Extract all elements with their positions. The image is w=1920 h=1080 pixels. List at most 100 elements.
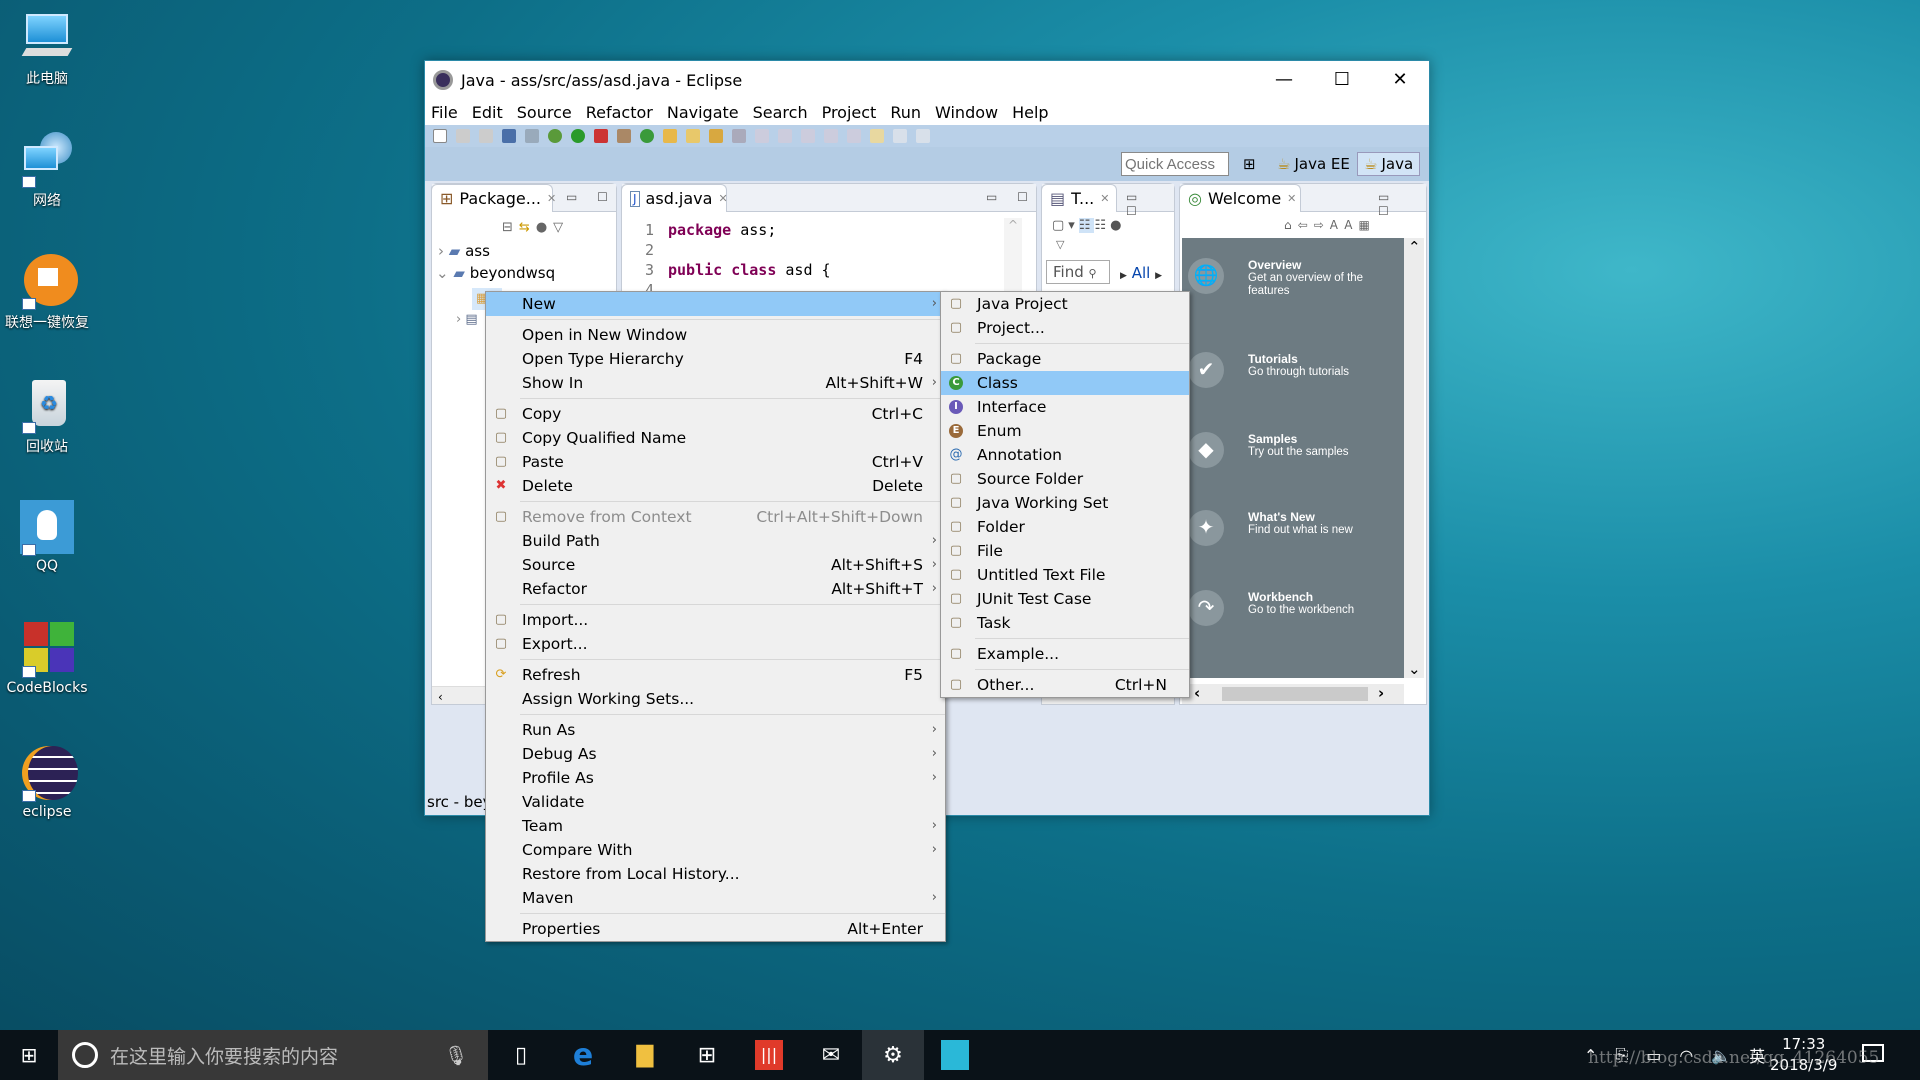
menu-item-show-in[interactable]: Show In Alt+Shift+W › <box>486 371 945 395</box>
font-larger-icon[interactable]: A <box>1344 218 1358 232</box>
scroll-down-icon[interactable]: ⌄ <box>1408 660 1421 678</box>
font-smaller-icon[interactable]: A <box>1330 218 1345 232</box>
code-area[interactable]: 1 package ass; 2 3 public class asd { 4 <box>632 220 831 300</box>
menu-item-interface[interactable]: I Interface <box>941 395 1189 419</box>
menu-item-restore-from-local-history[interactable]: Restore from Local History... <box>486 862 945 886</box>
next-annotation-icon[interactable] <box>824 129 838 143</box>
forward-icon[interactable]: ⇨ <box>1314 218 1330 232</box>
menu-item-class[interactable]: C Class <box>941 371 1189 395</box>
save-icon[interactable] <box>456 129 470 143</box>
terminal-icon[interactable] <box>502 129 516 143</box>
menu-item-package[interactable]: ▢ Package <box>941 347 1189 371</box>
link-editor-icon[interactable]: ⇆ <box>519 220 536 235</box>
file-explorer-icon[interactable]: ▇ <box>614 1030 676 1080</box>
focus-icon[interactable]: ● <box>536 220 553 235</box>
scroll-right-icon[interactable]: › <box>1378 684 1384 702</box>
close-icon[interactable]: ✕ <box>1287 192 1296 205</box>
menu-item-annotation[interactable]: @ Annotation <box>941 443 1189 467</box>
collapse-all-icon[interactable]: ⊟ <box>502 220 519 235</box>
find-input[interactable]: Find ⚲ <box>1046 260 1110 284</box>
debug-icon[interactable] <box>548 129 562 143</box>
menu-item-team[interactable]: Team › <box>486 814 945 838</box>
minimize-maximize-icons[interactable]: ▭ ☐ <box>1126 190 1174 218</box>
taskbar-search[interactable]: 在这里输入你要搜索的内容 🎙 <box>58 1030 488 1080</box>
start-button[interactable]: ⊞ <box>0 1030 58 1080</box>
chevron-down-icon[interactable]: ⌄ <box>436 264 449 282</box>
menu-item-folder[interactable]: ▢ Folder <box>941 515 1189 539</box>
last-edit-icon[interactable] <box>870 129 884 143</box>
menu-item-maven[interactable]: Maven › <box>486 886 945 910</box>
annotation-nav-icon[interactable] <box>732 129 746 143</box>
menu-source[interactable]: Source <box>517 103 572 122</box>
view-menu-icon[interactable]: ▽ <box>1056 238 1064 251</box>
task-view-icon[interactable]: ▯ <box>490 1030 552 1080</box>
menu-item-remove-from-context[interactable]: ▢ Remove from Context Ctrl+Alt+Shift+Down <box>486 505 945 529</box>
maximize-button[interactable]: ☐ <box>1313 61 1371 99</box>
back-icon[interactable] <box>893 129 907 143</box>
save-all-icon[interactable] <box>479 129 493 143</box>
menu-item-copy-qualified-name[interactable]: ▢ Copy Qualified Name <box>486 426 945 450</box>
close-icon[interactable]: ✕ <box>547 192 556 205</box>
menu-item-import[interactable]: ▢ Import... <box>486 608 945 632</box>
perspective-java[interactable]: ☕ Java <box>1357 152 1421 176</box>
eclipse-taskbar-icon[interactable]: ⚙ <box>862 1030 924 1080</box>
edge-icon[interactable]: e <box>552 1030 614 1080</box>
home-icon[interactable]: ⌂ <box>1284 218 1298 232</box>
chevron-right-icon[interactable]: › <box>438 242 444 260</box>
menu-help[interactable]: Help <box>1012 103 1048 122</box>
skip-breakpoints-icon[interactable] <box>525 129 539 143</box>
search-icon[interactable] <box>709 129 723 143</box>
welcome-toolbar[interactable]: ⌂⇦⇨AA▦ <box>1284 218 1376 232</box>
minimize-maximize-icons[interactable]: ▭ ☐ <box>1378 190 1426 218</box>
menu-item-untitled-text-file[interactable]: ▢ Untitled Text File <box>941 563 1189 587</box>
menu-window[interactable]: Window <box>935 103 998 122</box>
desktop-icon-network[interactable]: 网络 <box>0 132 94 210</box>
tab-package-explorer[interactable]: ⊞ Package... ✕ <box>431 184 556 212</box>
menu-item-source-folder[interactable]: ▢ Source Folder <box>941 467 1189 491</box>
scroll-left-icon[interactable]: ‹ <box>438 690 443 704</box>
menu-item-copy[interactable]: ▢ Copy Ctrl+C <box>486 402 945 426</box>
minimize-maximize-icons[interactable]: ▭ ☐ <box>566 190 616 204</box>
scroll-left-icon[interactable]: ‹ <box>1194 684 1200 702</box>
menu-item-project[interactable]: ▢ Project... <box>941 316 1189 340</box>
red-app-icon[interactable]: ||| <box>738 1030 800 1080</box>
menu-item-file[interactable]: ▢ File <box>941 539 1189 563</box>
qq-taskbar-icon[interactable] <box>924 1030 986 1080</box>
menu-file[interactable]: File <box>431 103 458 122</box>
menu-item-delete[interactable]: ✖ Delete Delete <box>486 474 945 498</box>
menu-item-java-project[interactable]: ▢ Java Project <box>941 292 1189 316</box>
prev-annotation-icon[interactable] <box>847 129 861 143</box>
microphone-icon[interactable]: 🎙 <box>444 1044 468 1067</box>
minimize-maximize-icons[interactable]: ▭ ☐ <box>986 190 1036 204</box>
customize-icon[interactable]: ▦ <box>1359 218 1376 232</box>
vertical-scrollbar[interactable]: ⌃ ⌄ <box>1404 238 1424 678</box>
filter-all-link[interactable]: ▶ All ▶ <box>1120 264 1162 282</box>
menu-item-enum[interactable]: E Enum <box>941 419 1189 443</box>
mail-icon[interactable]: ✉ <box>800 1030 862 1080</box>
menu-search[interactable]: Search <box>753 103 808 122</box>
focus-icon[interactable]: ● <box>1110 218 1125 233</box>
tree-item-library[interactable]: › ▤ <box>456 312 478 327</box>
menu-item-source[interactable]: Source Alt+Shift+S › <box>486 553 945 577</box>
close-icon[interactable]: ✕ <box>1100 192 1109 205</box>
new-class-icon[interactable] <box>640 129 654 143</box>
tab-welcome[interactable]: ◎ Welcome ✕ <box>1179 184 1301 212</box>
close-button[interactable]: ✕ <box>1371 61 1429 99</box>
close-icon[interactable]: ✕ <box>718 192 727 205</box>
menu-item-build-path[interactable]: Build Path › <box>486 529 945 553</box>
menu-refactor[interactable]: Refactor <box>586 103 653 122</box>
task-list-toolbar[interactable]: ▢▾☷☷● <box>1052 218 1125 233</box>
new-icon[interactable] <box>433 129 447 143</box>
desktop-icon-lenovo-recovery[interactable]: 联想一键恢复 <box>0 254 94 332</box>
desktop-icon-qq[interactable]: QQ <box>0 500 94 574</box>
block-selection-icon[interactable] <box>778 129 792 143</box>
tree-item[interactable]: ⌄ ▰ beyondwsq <box>436 264 555 282</box>
menu-item-paste[interactable]: ▢ Paste Ctrl+V <box>486 450 945 474</box>
menu-run[interactable]: Run <box>890 103 921 122</box>
run-external-tools-icon[interactable] <box>594 129 608 143</box>
menu-item-example[interactable]: ▢ Example... <box>941 642 1189 666</box>
menu-item-junit-test-case[interactable]: ▢ JUnit Test Case <box>941 587 1189 611</box>
forward-icon[interactable] <box>916 129 930 143</box>
desktop-icon-recycle-bin[interactable]: ♻ 回收站 <box>0 378 94 456</box>
open-type-icon[interactable] <box>663 129 677 143</box>
